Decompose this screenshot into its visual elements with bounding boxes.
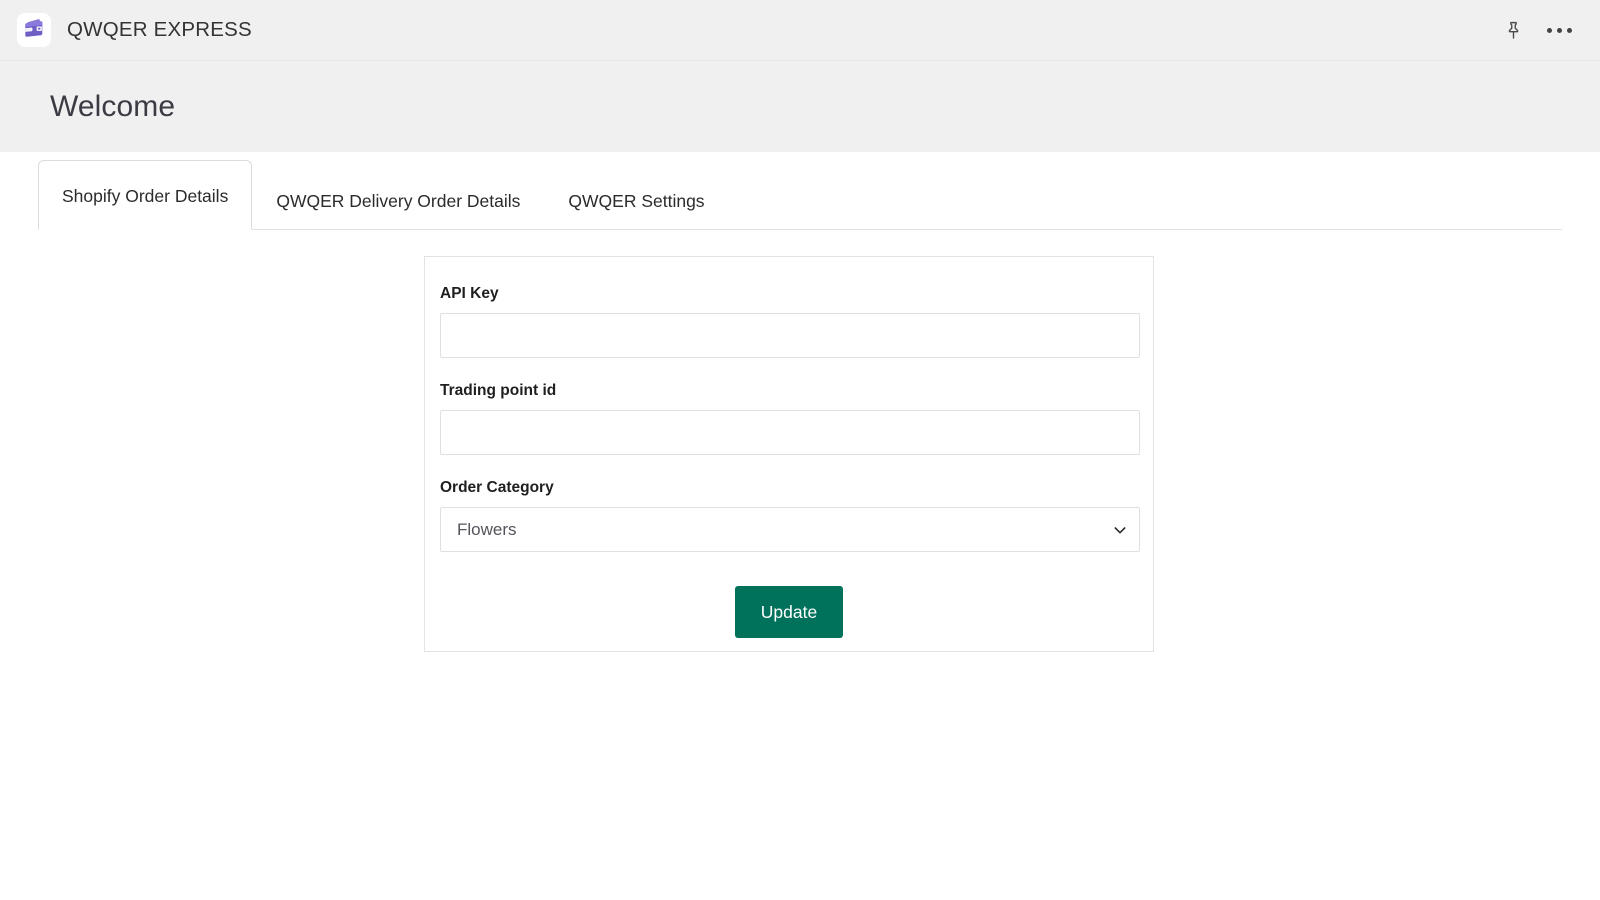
ellipsis-icon[interactable]: [1542, 13, 1576, 47]
order-category-select[interactable]: Flowers: [440, 507, 1140, 552]
field-api-key: API Key: [440, 285, 1140, 358]
dot-3: [1566, 27, 1572, 33]
settings-form-card: API Key Trading point id Order Category …: [424, 256, 1154, 652]
update-button[interactable]: Update: [734, 586, 844, 638]
field-trading-point-id: Trading point id: [440, 382, 1140, 455]
settings-form: API Key Trading point id Order Category …: [425, 257, 1153, 638]
app-top-bar: QWQER EXPRESS: [0, 0, 1600, 61]
order-category-label: Order Category: [440, 479, 554, 496]
dot-2: [1556, 27, 1562, 33]
pin-icon[interactable]: [1496, 13, 1530, 47]
tab-qwqer-settings[interactable]: QWQER Settings: [544, 170, 728, 230]
dot-1: [1546, 27, 1552, 33]
app-logo: [17, 13, 51, 47]
main-content: Shopify Order Details QWQER Delivery Ord…: [0, 152, 1600, 900]
tab-qwqer-delivery-order-details[interactable]: QWQER Delivery Order Details: [252, 170, 544, 230]
ellipsis-dots: [1546, 27, 1572, 33]
tab-strip: Shopify Order Details QWQER Delivery Ord…: [38, 152, 1562, 230]
tab-label: Shopify Order Details: [62, 186, 229, 206]
tab-shopify-order-details[interactable]: Shopify Order Details: [38, 160, 253, 230]
tab-list: Shopify Order Details QWQER Delivery Ord…: [38, 152, 729, 230]
api-key-input[interactable]: [440, 313, 1140, 358]
page-title: Welcome: [50, 89, 176, 123]
form-actions: Update: [440, 586, 1138, 638]
order-category-select-wrap: Flowers: [440, 507, 1140, 552]
tab-label: QWQER Settings: [568, 191, 705, 211]
app-title: QWQER EXPRESS: [67, 18, 252, 41]
wallet-icon: [22, 16, 46, 45]
trading-point-id-input[interactable]: [440, 410, 1140, 455]
field-order-category: Order Category Flowers: [440, 479, 1140, 552]
tab-label: QWQER Delivery Order Details: [276, 191, 521, 211]
trading-point-id-label: Trading point id: [440, 382, 557, 399]
api-key-label: API Key: [440, 285, 499, 302]
welcome-band: Welcome: [0, 61, 1600, 152]
